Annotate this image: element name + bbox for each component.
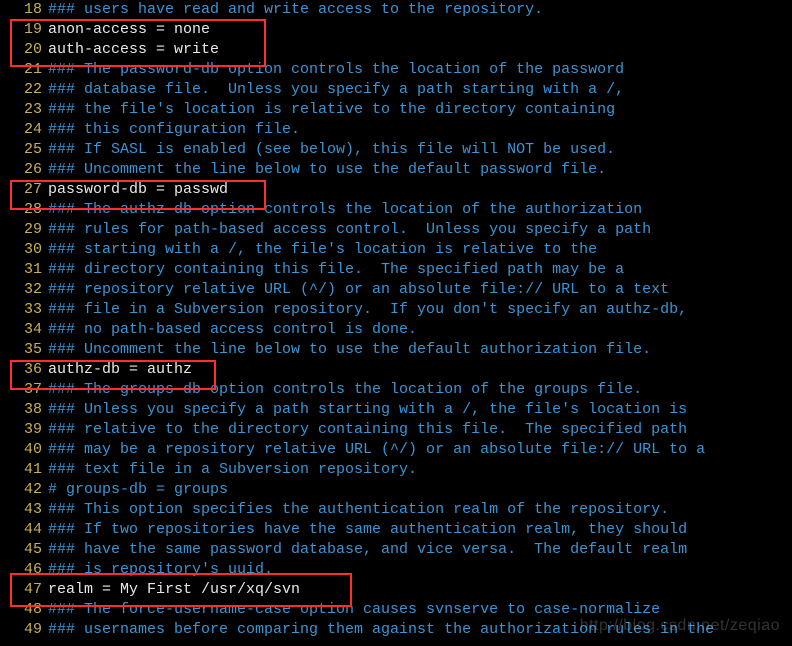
code-line[interactable]: 23### the file's location is relative to… [0, 100, 792, 120]
code-line[interactable]: 22### database file. Unless you specify … [0, 80, 792, 100]
code-line[interactable]: 45### have the same password database, a… [0, 540, 792, 560]
line-number: 48 [0, 600, 48, 620]
line-text: ### no path-based access control is done… [48, 320, 792, 340]
code-line[interactable]: 29### rules for path-based access contro… [0, 220, 792, 240]
code-line[interactable]: 21### The password-db option controls th… [0, 60, 792, 80]
line-number: 46 [0, 560, 48, 580]
code-line[interactable]: 37### The groups-db option controls the … [0, 380, 792, 400]
line-text: ### Unless you specify a path starting w… [48, 400, 792, 420]
code-line[interactable]: 24### this configuration file. [0, 120, 792, 140]
line-number: 44 [0, 520, 48, 540]
line-text: ### The password-db option controls the … [48, 60, 792, 80]
code-line[interactable]: 20auth-access = write [0, 40, 792, 60]
line-text: # groups-db = groups [48, 480, 792, 500]
line-text: password-db = passwd [48, 180, 792, 200]
line-number: 26 [0, 160, 48, 180]
line-number: 42 [0, 480, 48, 500]
line-number: 24 [0, 120, 48, 140]
code-line[interactable]: 28### The authz-db option controls the l… [0, 200, 792, 220]
code-line[interactable]: 33### file in a Subversion repository. I… [0, 300, 792, 320]
line-number: 23 [0, 100, 48, 120]
line-text: ### If SASL is enabled (see below), this… [48, 140, 792, 160]
code-line[interactable]: 35### Uncomment the line below to use th… [0, 340, 792, 360]
line-text: anon-access = none [48, 20, 792, 40]
line-number: 22 [0, 80, 48, 100]
line-number: 49 [0, 620, 48, 640]
code-line[interactable]: 42# groups-db = groups [0, 480, 792, 500]
line-text: ### repository relative URL (^/) or an a… [48, 280, 792, 300]
line-number: 20 [0, 40, 48, 60]
line-text: ### users have read and write access to … [48, 0, 792, 20]
code-line[interactable]: 32### repository relative URL (^/) or an… [0, 280, 792, 300]
line-number: 45 [0, 540, 48, 560]
line-text: ### usernames before comparing them agai… [48, 620, 792, 640]
code-line[interactable]: 39### relative to the directory containi… [0, 420, 792, 440]
line-number: 36 [0, 360, 48, 380]
code-line[interactable]: 38### Unless you specify a path starting… [0, 400, 792, 420]
line-text: ### directory containing this file. The … [48, 260, 792, 280]
line-number: 25 [0, 140, 48, 160]
code-line[interactable]: 19anon-access = none [0, 20, 792, 40]
line-number: 38 [0, 400, 48, 420]
line-number: 41 [0, 460, 48, 480]
line-text: ### This option specifies the authentica… [48, 500, 792, 520]
line-text: ### relative to the directory containing… [48, 420, 792, 440]
line-text: ### this configuration file. [48, 120, 792, 140]
line-number: 21 [0, 60, 48, 80]
code-line[interactable]: 27password-db = passwd [0, 180, 792, 200]
code-line[interactable]: 40### may be a repository relative URL (… [0, 440, 792, 460]
line-number: 18 [0, 0, 48, 20]
line-text: ### database file. Unless you specify a … [48, 80, 792, 100]
line-text: ### The authz-db option controls the loc… [48, 200, 792, 220]
line-number: 32 [0, 280, 48, 300]
code-line[interactable]: 18### users have read and write access t… [0, 0, 792, 20]
line-text: ### may be a repository relative URL (^/… [48, 440, 792, 460]
line-text: ### Uncomment the line below to use the … [48, 160, 792, 180]
code-line[interactable]: 49### usernames before comparing them ag… [0, 620, 792, 640]
line-number: 27 [0, 180, 48, 200]
line-text: ### Uncomment the line below to use the … [48, 340, 792, 360]
code-line[interactable]: 34### no path-based access control is do… [0, 320, 792, 340]
line-number: 33 [0, 300, 48, 320]
line-number: 43 [0, 500, 48, 520]
line-number: 31 [0, 260, 48, 280]
line-text: ### have the same password database, and… [48, 540, 792, 560]
line-text: ### If two repositories have the same au… [48, 520, 792, 540]
code-line[interactable]: 46### is repository's uuid. [0, 560, 792, 580]
line-text: authz-db = authz [48, 360, 792, 380]
code-line[interactable]: 30### starting with a /, the file's loca… [0, 240, 792, 260]
line-number: 47 [0, 580, 48, 600]
line-text: ### The force-username-case option cause… [48, 600, 792, 620]
line-number: 35 [0, 340, 48, 360]
line-number: 28 [0, 200, 48, 220]
line-text: auth-access = write [48, 40, 792, 60]
code-line[interactable]: 25### If SASL is enabled (see below), th… [0, 140, 792, 160]
code-line[interactable]: 44### If two repositories have the same … [0, 520, 792, 540]
line-number: 30 [0, 240, 48, 260]
line-number: 40 [0, 440, 48, 460]
code-editor[interactable]: 18### users have read and write access t… [0, 0, 792, 640]
code-line[interactable]: 26### Uncomment the line below to use th… [0, 160, 792, 180]
line-number: 29 [0, 220, 48, 240]
code-line[interactable]: 47realm = My First /usr/xq/svn [0, 580, 792, 600]
line-text: ### The groups-db option controls the lo… [48, 380, 792, 400]
line-number: 37 [0, 380, 48, 400]
line-text: ### rules for path-based access control.… [48, 220, 792, 240]
line-text: ### the file's location is relative to t… [48, 100, 792, 120]
line-text: realm = My First /usr/xq/svn [48, 580, 792, 600]
line-number: 34 [0, 320, 48, 340]
code-line[interactable]: 41### text file in a Subversion reposito… [0, 460, 792, 480]
line-text: ### starting with a /, the file's locati… [48, 240, 792, 260]
line-text: ### is repository's uuid. [48, 560, 792, 580]
code-line[interactable]: 48### The force-username-case option cau… [0, 600, 792, 620]
line-text: ### text file in a Subversion repository… [48, 460, 792, 480]
code-line[interactable]: 31### directory containing this file. Th… [0, 260, 792, 280]
line-number: 19 [0, 20, 48, 40]
code-line[interactable]: 36authz-db = authz [0, 360, 792, 380]
code-line[interactable]: 43### This option specifies the authenti… [0, 500, 792, 520]
line-text: ### file in a Subversion repository. If … [48, 300, 792, 320]
line-number: 39 [0, 420, 48, 440]
